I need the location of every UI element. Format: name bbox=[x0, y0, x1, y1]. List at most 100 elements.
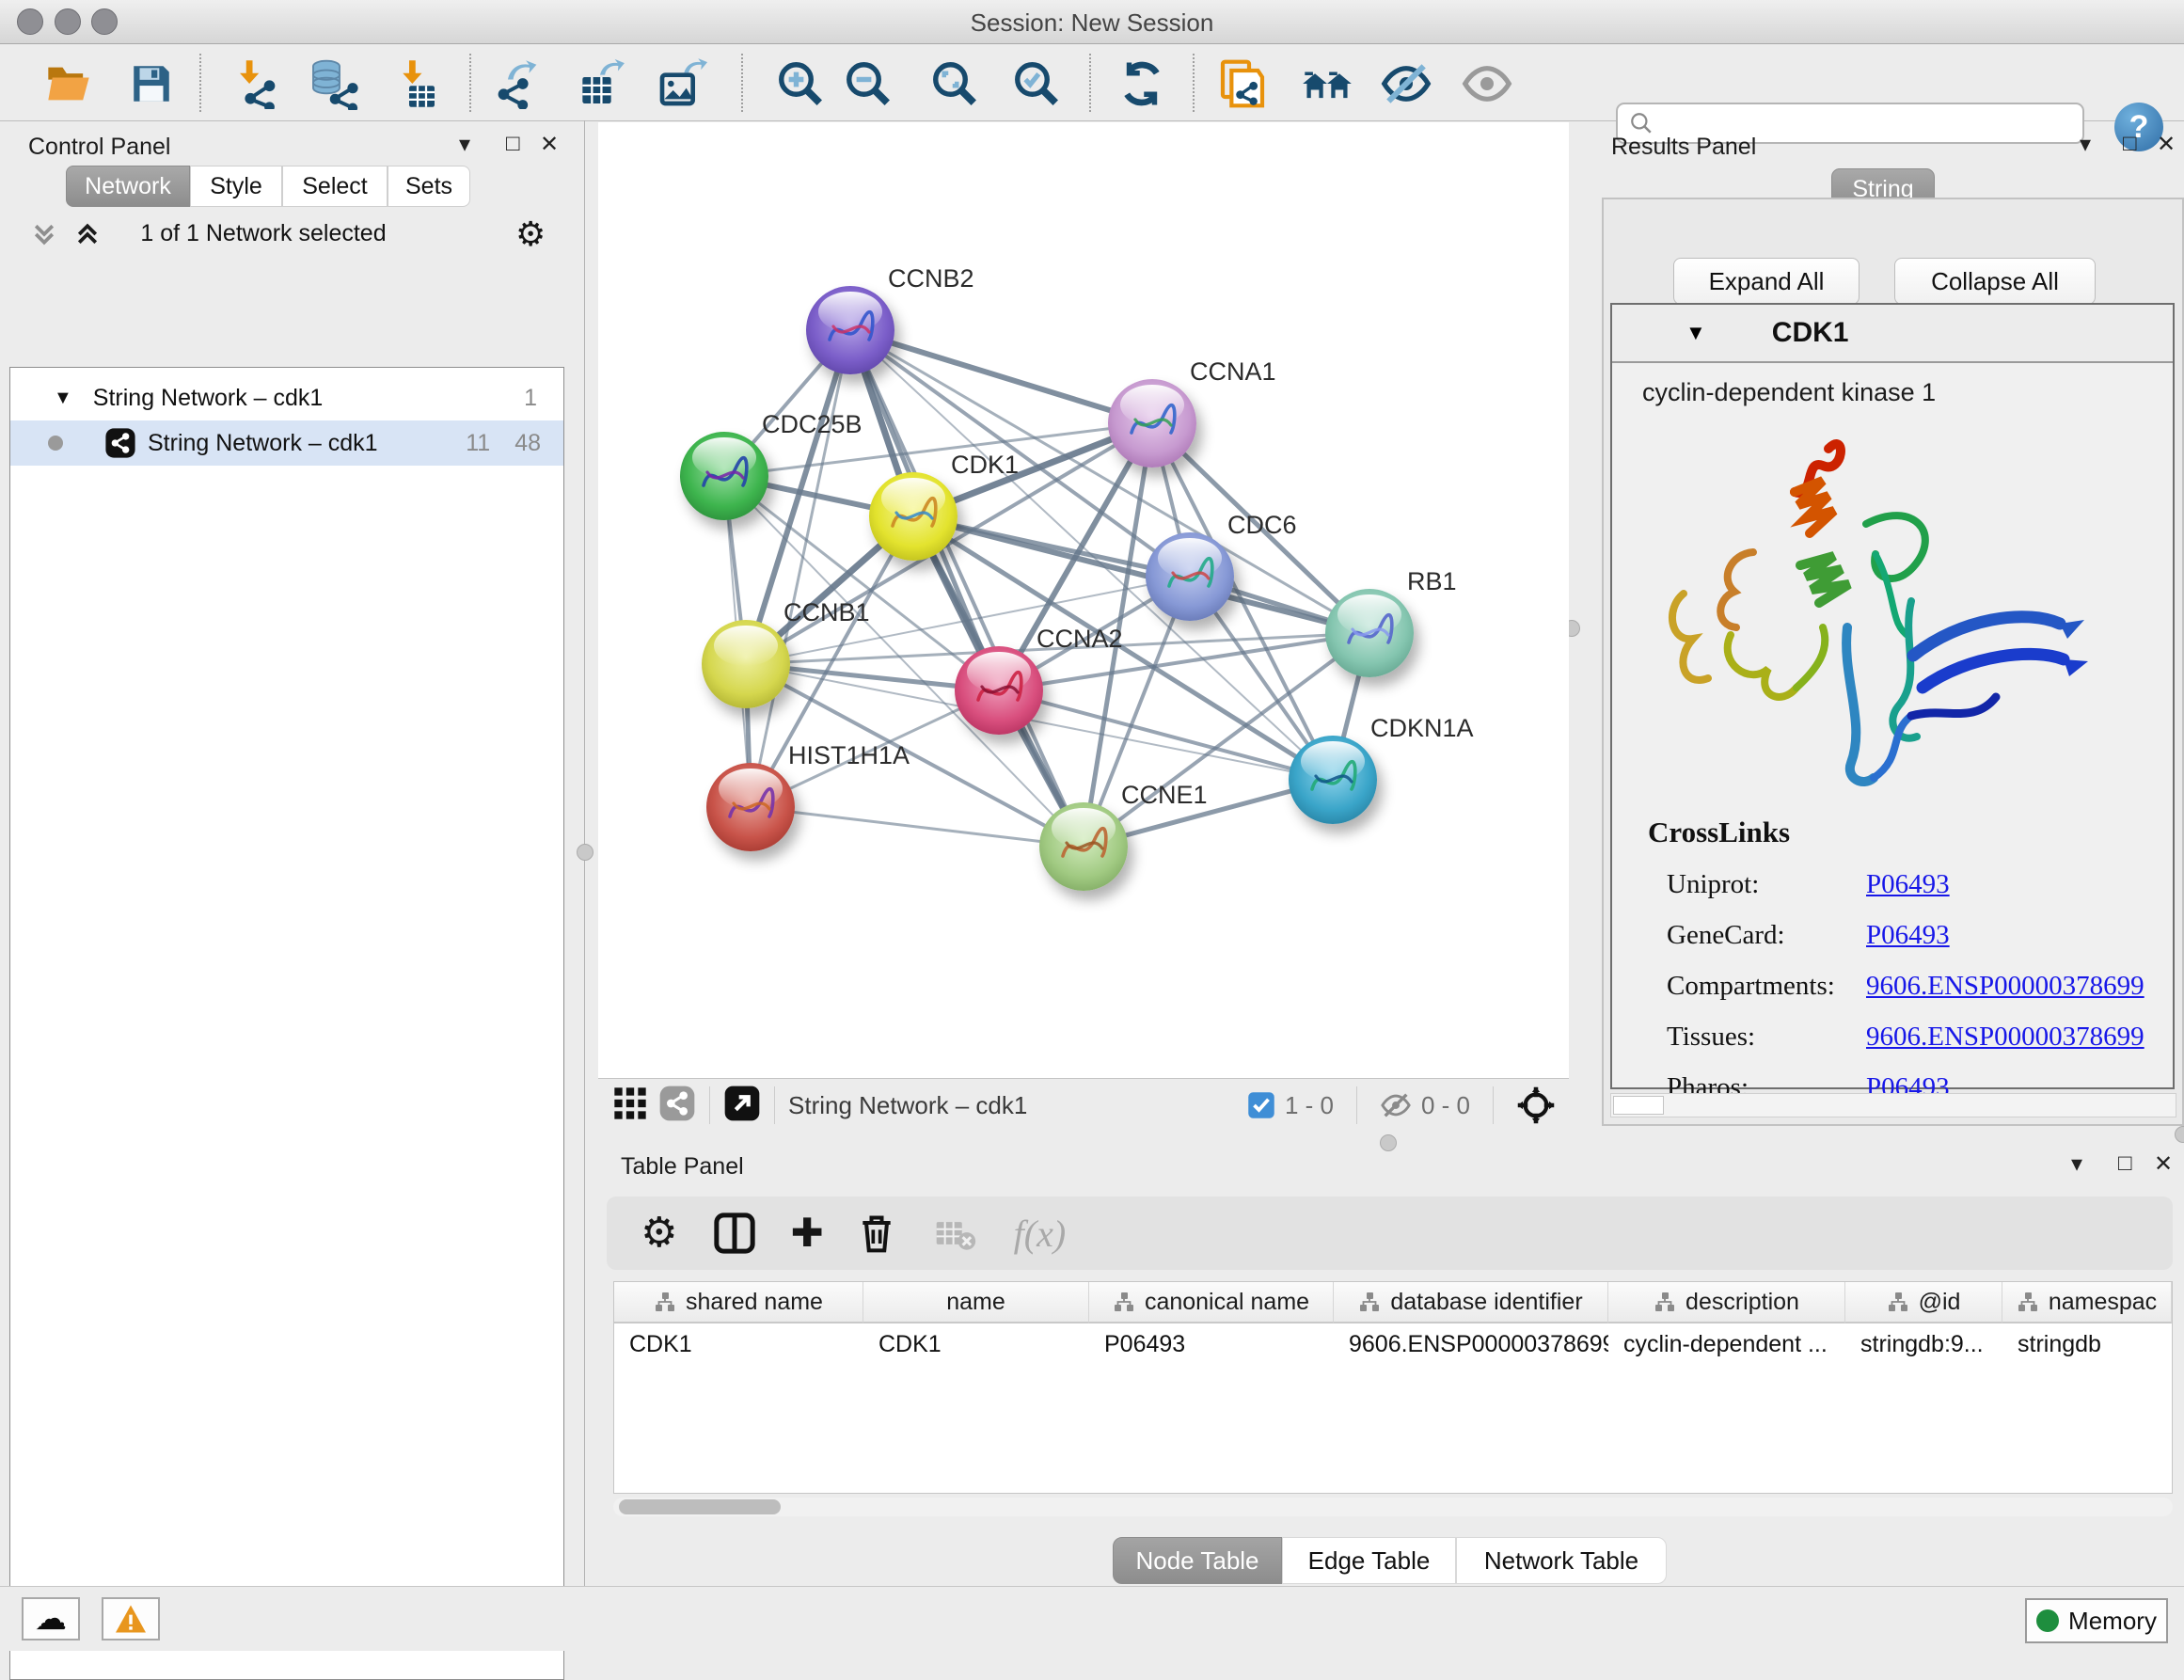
edge[interactable] bbox=[850, 330, 1152, 423]
node-cdc25b[interactable] bbox=[680, 432, 768, 520]
table-hscrollbar-thumb[interactable] bbox=[619, 1499, 781, 1514]
refresh-layout-icon[interactable] bbox=[1116, 57, 1168, 110]
gear-icon[interactable]: ⚙ bbox=[641, 1212, 677, 1254]
panel-close-icon[interactable]: ✕ bbox=[540, 131, 559, 158]
table-cell[interactable]: cyclin-dependent ... bbox=[1608, 1323, 1845, 1365]
network-canvas[interactable]: CCNB2CCNA1CDC25BCDK1CDC6RB1CCNB1CCNA2CDK… bbox=[598, 122, 1569, 1078]
splitter-handle[interactable] bbox=[577, 844, 593, 861]
crosslink-value[interactable]: P06493 bbox=[1866, 869, 1950, 900]
table-cell[interactable]: stringdb:9... bbox=[1845, 1323, 2002, 1365]
column-header-canonical-name[interactable]: canonical name bbox=[1089, 1282, 1334, 1323]
node-label-ccnb2: CCNB2 bbox=[888, 264, 974, 293]
birdseye-crosshair-icon[interactable] bbox=[1516, 1086, 1556, 1125]
show-columns-icon[interactable] bbox=[713, 1212, 756, 1255]
crosslink-value[interactable]: P06493 bbox=[1866, 920, 1950, 951]
hide-selected-icon[interactable] bbox=[1380, 57, 1432, 110]
result-entry-header[interactable]: ▼ CDK1 bbox=[1612, 305, 2173, 363]
zoom-in-icon[interactable] bbox=[774, 57, 827, 110]
hidden-eye-icon[interactable] bbox=[1380, 1089, 1412, 1121]
expand-all-button[interactable]: Expand All bbox=[1673, 258, 1860, 305]
table-cell[interactable]: CDK1 bbox=[863, 1323, 1089, 1365]
grid-view-icon[interactable] bbox=[611, 1085, 649, 1127]
collapse-all-button[interactable]: Collapse All bbox=[1894, 258, 2096, 305]
table-cell[interactable]: CDK1 bbox=[614, 1323, 863, 1365]
cloud-icon: ☁ bbox=[35, 1603, 67, 1635]
panel-menu-icon[interactable]: ▾ bbox=[2071, 1150, 2082, 1178]
table-cell[interactable]: stringdb bbox=[2002, 1323, 2172, 1365]
panel-menu-icon[interactable]: ▾ bbox=[2080, 131, 2091, 158]
disclosure-triangle-icon[interactable]: ▼ bbox=[1685, 321, 1706, 345]
delete-column-trash-icon[interactable] bbox=[856, 1212, 897, 1254]
tab-sets[interactable]: Sets bbox=[388, 166, 470, 207]
network-collection-row[interactable]: ▼ String Network – cdk1 1 bbox=[10, 375, 563, 420]
column-header-name[interactable]: name bbox=[863, 1282, 1089, 1323]
toolbar-separator bbox=[741, 54, 743, 112]
tab-network-table[interactable]: Network Table bbox=[1456, 1537, 1667, 1584]
zoom-out-icon[interactable] bbox=[842, 57, 894, 110]
panel-float-icon[interactable]: □ bbox=[2123, 131, 2137, 157]
save-session-icon[interactable] bbox=[125, 57, 178, 110]
edge[interactable] bbox=[751, 330, 850, 807]
edge[interactable] bbox=[751, 807, 1084, 847]
node-ccnb1[interactable] bbox=[702, 620, 790, 708]
results-hscrollbar-thumb[interactable] bbox=[1613, 1096, 1664, 1115]
node-ccnb2[interactable] bbox=[806, 286, 894, 374]
memory-button[interactable]: Memory bbox=[2025, 1598, 2168, 1643]
gear-icon[interactable]: ⚙ bbox=[515, 214, 546, 254]
export-table-icon[interactable] bbox=[574, 57, 626, 110]
column-header-database-identifier[interactable]: database identifier bbox=[1334, 1282, 1608, 1323]
crosslink-value[interactable]: 9606.ENSP00000378699 bbox=[1866, 1022, 2144, 1053]
panel-menu-icon[interactable]: ▾ bbox=[459, 131, 470, 158]
edge[interactable] bbox=[913, 516, 1369, 633]
import-network-icon[interactable] bbox=[230, 57, 283, 110]
tab-node-table[interactable]: Node Table bbox=[1113, 1537, 1282, 1584]
toolbar-separator bbox=[1493, 1086, 1494, 1124]
first-neighbors-icon[interactable] bbox=[1301, 57, 1353, 110]
panel-float-icon[interactable]: □ bbox=[506, 131, 520, 157]
node-table[interactable]: shared namenamecanonical namedatabase id… bbox=[613, 1281, 2173, 1494]
panel-close-icon[interactable]: ✕ bbox=[2154, 1150, 2173, 1178]
network-row[interactable]: String Network – cdk1 11 48 bbox=[10, 420, 563, 466]
column-header-namespac[interactable]: namespac bbox=[2002, 1282, 2172, 1323]
selected-checkbox-icon[interactable] bbox=[1247, 1091, 1275, 1119]
crosslink-value[interactable]: 9606.ENSP00000378699 bbox=[1866, 971, 2144, 1002]
network-view-icon[interactable] bbox=[658, 1085, 696, 1127]
warnings-button[interactable] bbox=[102, 1597, 160, 1640]
table-hscrollbar[interactable] bbox=[613, 1498, 2173, 1516]
node-cdc6[interactable] bbox=[1146, 532, 1234, 621]
table-toolbar: ⚙ ✚ f(x) bbox=[607, 1197, 2173, 1270]
table-cell[interactable]: 9606.ENSP00000378699 bbox=[1334, 1323, 1608, 1365]
node-rb1[interactable] bbox=[1325, 589, 1414, 677]
node-cdk1[interactable] bbox=[869, 472, 957, 561]
node-ccna1[interactable] bbox=[1108, 379, 1196, 468]
detach-view-icon[interactable] bbox=[723, 1085, 761, 1127]
cloud-button[interactable]: ☁ bbox=[22, 1597, 80, 1640]
column-header-shared-name[interactable]: shared name bbox=[614, 1282, 863, 1323]
open-session-icon[interactable] bbox=[42, 57, 95, 110]
node-ccna2[interactable] bbox=[955, 646, 1043, 735]
import-network-from-database-icon[interactable] bbox=[307, 57, 359, 110]
column-header-description[interactable]: description bbox=[1608, 1282, 1845, 1323]
tab-edge-table[interactable]: Edge Table bbox=[1282, 1537, 1456, 1584]
node-cdkn1a[interactable] bbox=[1289, 736, 1377, 824]
panel-float-icon[interactable]: □ bbox=[2118, 1150, 2132, 1177]
zoom-fit-icon[interactable] bbox=[928, 57, 981, 110]
add-column-icon[interactable]: ✚ bbox=[790, 1213, 823, 1253]
column-header--id[interactable]: @id bbox=[1845, 1282, 2002, 1323]
disclosure-triangle-icon[interactable]: ▼ bbox=[54, 388, 72, 409]
results-hscrollbar[interactable] bbox=[1610, 1093, 2176, 1117]
tab-style[interactable]: Style bbox=[190, 166, 282, 207]
table-cell[interactable]: P06493 bbox=[1089, 1323, 1334, 1365]
node-hist1h1a[interactable] bbox=[706, 763, 795, 851]
import-table-icon[interactable] bbox=[391, 57, 444, 110]
export-image-icon[interactable] bbox=[656, 57, 708, 110]
table-row[interactable]: CDK1CDK1P064939606.ENSP00000378699cyclin… bbox=[614, 1323, 2172, 1365]
export-network-icon[interactable] bbox=[490, 57, 543, 110]
panel-close-icon[interactable]: ✕ bbox=[2157, 131, 2176, 158]
node-ccne1[interactable] bbox=[1039, 802, 1128, 891]
copy-style-icon[interactable] bbox=[1216, 57, 1269, 110]
control-panel: Control Panel ▾ □ ✕ Network Style Select… bbox=[0, 120, 585, 1586]
tab-network[interactable]: Network bbox=[66, 166, 190, 207]
tab-select[interactable]: Select bbox=[282, 166, 388, 207]
zoom-selected-icon[interactable] bbox=[1010, 57, 1063, 110]
